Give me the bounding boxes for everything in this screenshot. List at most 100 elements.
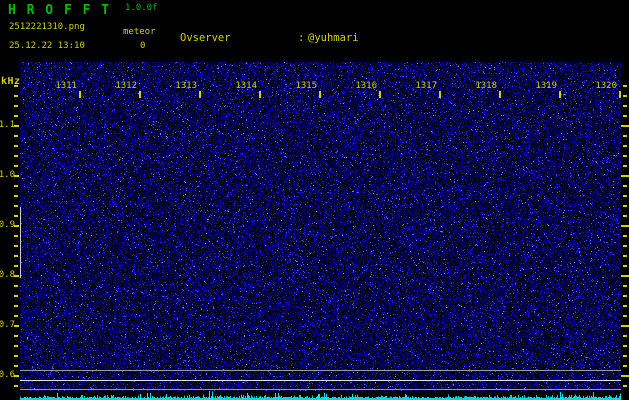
hrofft-spectrogram-screen: H R O F F T 1.0.0f 2512221310.png meteor…: [0, 0, 629, 400]
spectrogram-canvas: [20, 62, 621, 391]
reference-line-lower: [20, 389, 621, 390]
freq-tick-minor-right: [623, 115, 627, 117]
time-tick-label: 1318: [475, 81, 497, 91]
time-tick-label: 1315: [295, 81, 317, 91]
time-tick-mark: [199, 91, 201, 98]
freq-tick-minor-right: [623, 165, 627, 167]
freq-tick-minor-right: [623, 255, 627, 257]
freq-tick-major-left: [14, 125, 19, 127]
freq-tick-minor-left: [14, 95, 18, 97]
freq-tick-minor-right: [623, 245, 627, 247]
signal-strength-canvas: [20, 391, 621, 400]
freq-tick-major-right: [621, 275, 629, 277]
freq-tick-minor-right: [623, 145, 627, 147]
freq-tick-minor-right: [623, 95, 627, 97]
freq-tick-minor-left: [14, 315, 18, 317]
time-tick-label: 1320: [595, 81, 617, 91]
freq-tick-minor-left: [14, 305, 18, 307]
freq-tick-minor-left: [14, 145, 18, 147]
freq-tick-minor-right: [623, 205, 627, 207]
freq-tick-minor-right: [623, 265, 627, 267]
output-filename: 2512221310.png: [9, 22, 85, 32]
freq-tick-label: 1.1: [0, 120, 15, 130]
freq-tick-minor-right: [623, 105, 627, 107]
freq-tick-minor-right: [623, 365, 627, 367]
freq-tick-minor-right: [623, 85, 627, 87]
freq-tick-minor-right: [623, 335, 627, 337]
freq-tick-major-left: [14, 325, 19, 327]
freq-tick-minor-right: [623, 385, 627, 387]
freq-tick-label: 0.9: [0, 220, 15, 230]
freq-tick-minor-left: [14, 165, 18, 167]
freq-tick-major-left: [14, 375, 19, 377]
meteor-counter-label: meteor: [123, 27, 156, 37]
time-tick-label: 1311: [55, 81, 77, 91]
freq-tick-minor-left: [14, 285, 18, 287]
freq-tick-minor-right: [623, 345, 627, 347]
freq-tick-minor-left: [14, 255, 18, 257]
freq-tick-minor-left: [14, 105, 18, 107]
freq-tick-minor-right: [623, 355, 627, 357]
freq-tick-minor-right: [623, 235, 627, 237]
app-title: H R O F F T: [8, 3, 111, 18]
time-tick-mark: [319, 91, 321, 98]
freq-tick-minor-right: [623, 315, 627, 317]
time-tick-label: 1319: [535, 81, 557, 91]
time-tick-mark: [559, 91, 561, 98]
freq-tick-major-left: [14, 225, 19, 227]
freq-tick-minor-left: [14, 385, 18, 387]
freq-tick-label: 1.0: [0, 170, 15, 180]
freq-tick-major-left: [14, 275, 19, 277]
freq-tick-minor-left: [14, 365, 18, 367]
info-label: Ovserver: [180, 32, 231, 44]
observation-datetime: 25.12.22 13:10: [9, 41, 85, 51]
freq-tick-minor-right: [623, 155, 627, 157]
freq-tick-label: 0.7: [0, 320, 15, 330]
freq-tick-minor-right: [623, 185, 627, 187]
time-tick-mark: [259, 91, 261, 98]
time-tick-label: 1317: [415, 81, 437, 91]
freq-tick-minor-left: [14, 115, 18, 117]
freq-tick-label: 0.8: [0, 270, 15, 280]
time-tick-label: 1313: [175, 81, 197, 91]
reference-line-mid: [20, 380, 621, 381]
freq-tick-major-right: [621, 375, 629, 377]
freq-tick-major-right: [621, 175, 629, 177]
time-tick-mark: [499, 91, 501, 98]
info-value: @yuhmari: [308, 32, 359, 44]
freq-tick-minor-left: [14, 235, 18, 237]
info-colon: :: [298, 32, 305, 44]
freq-tick-minor-left: [14, 85, 18, 87]
freq-tick-minor-left: [14, 245, 18, 247]
freq-tick-minor-right: [623, 195, 627, 197]
time-tick-label: 1314: [235, 81, 257, 91]
freq-tick-minor-left: [14, 135, 18, 137]
freq-tick-minor-right: [623, 295, 627, 297]
freq-tick-minor-right: [623, 305, 627, 307]
time-tick-mark: [439, 91, 441, 98]
freq-tick-major-right: [621, 325, 629, 327]
freq-tick-major-right: [621, 225, 629, 227]
freq-tick-minor-left: [14, 185, 18, 187]
time-tick-mark: [379, 91, 381, 98]
app-version: 1.0.0f: [125, 3, 158, 13]
freq-tick-label: 0.6: [0, 370, 15, 380]
freq-tick-minor-right: [623, 135, 627, 137]
freq-tick-major-right: [621, 125, 629, 127]
time-tick-mark: [79, 91, 81, 98]
time-tick-mark: [139, 91, 141, 98]
freq-tick-minor-left: [14, 265, 18, 267]
info-row-observer: Ovserver: @yuhmari: [180, 31, 567, 45]
freq-tick-minor-right: [623, 215, 627, 217]
echo-detection-band-marker: [20, 207, 21, 278]
reference-line-upper: [20, 370, 621, 371]
freq-tick-minor-right: [623, 285, 627, 287]
freq-tick-minor-left: [14, 335, 18, 337]
freq-tick-minor-left: [14, 205, 18, 207]
freq-tick-major-left: [14, 175, 19, 177]
freq-tick-minor-left: [14, 295, 18, 297]
freq-tick-minor-left: [14, 345, 18, 347]
freq-tick-minor-left: [14, 215, 18, 217]
time-tick-label: 1316: [355, 81, 377, 91]
meteor-counter-value: 0: [140, 41, 146, 51]
